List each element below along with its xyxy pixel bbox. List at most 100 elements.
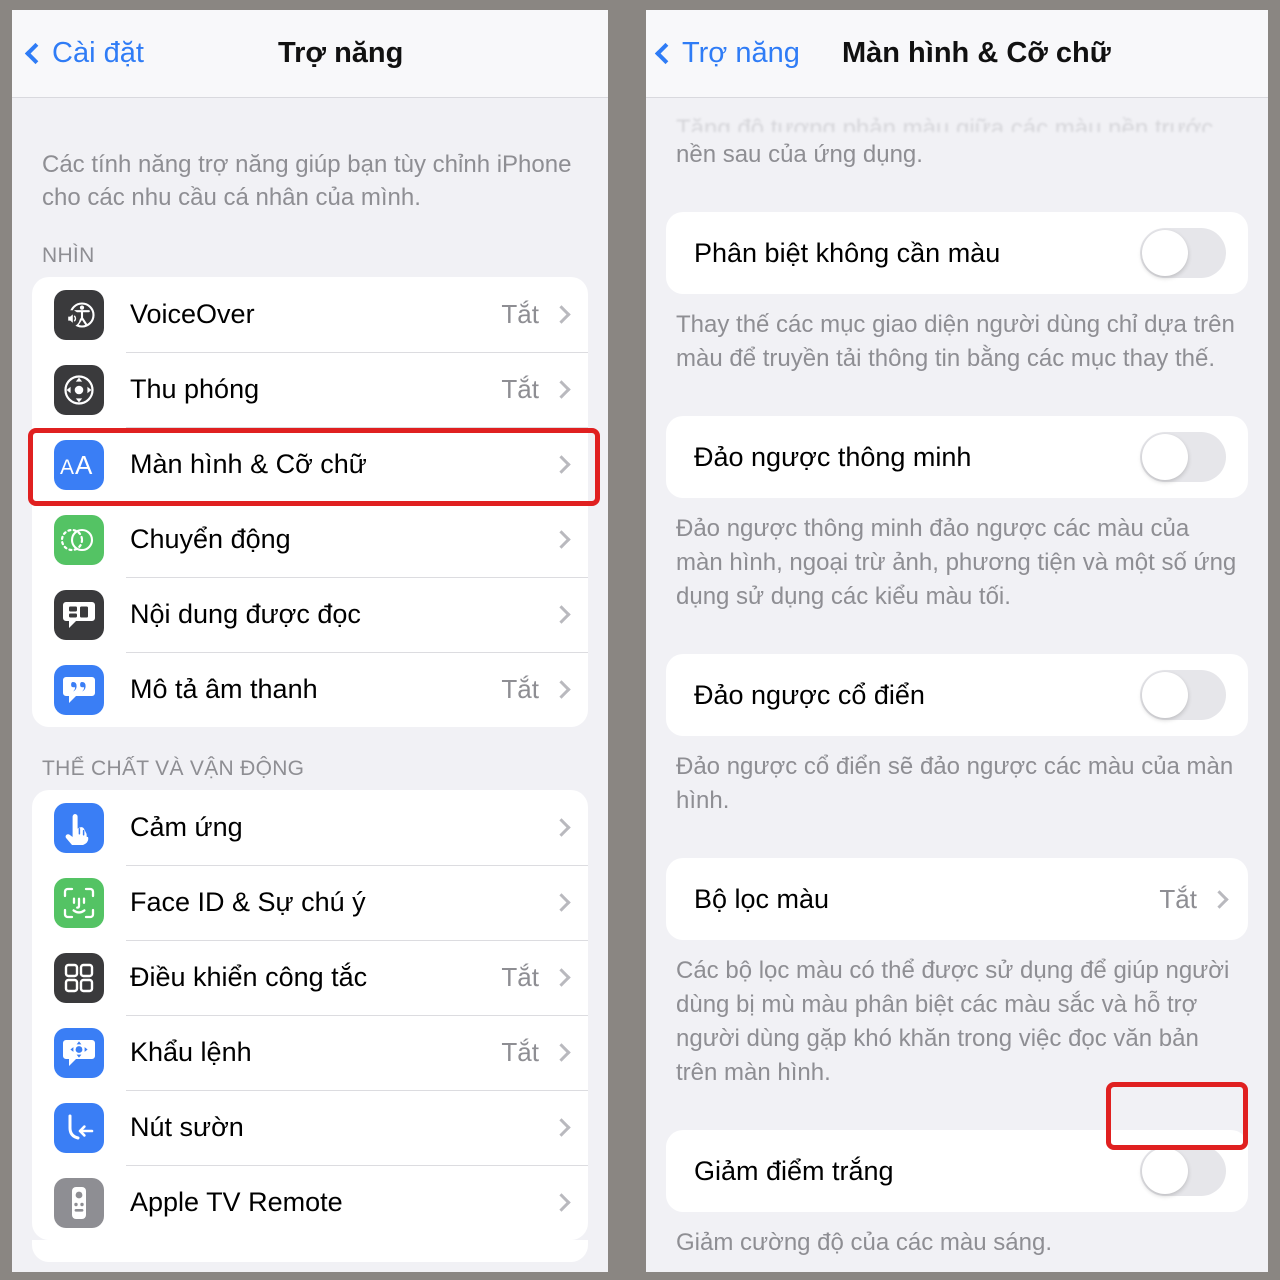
chevron-right-icon bbox=[552, 1193, 571, 1212]
clipped-description-line-1: Tăng độ tương phản màu giữa các màu nền … bbox=[676, 115, 1214, 132]
chevron-right-icon bbox=[552, 605, 571, 624]
list-item-label: Thu phóng bbox=[130, 374, 260, 404]
toggle-knob bbox=[1142, 434, 1188, 480]
clipped-description-line-2: nền sau của ứng dụng. bbox=[676, 141, 923, 168]
partial-row-peek bbox=[32, 1240, 588, 1262]
smart-invert-toggle[interactable] bbox=[1140, 432, 1226, 482]
display-text-size-icon: A A bbox=[54, 439, 104, 490]
list-item-value: Tắt bbox=[501, 674, 539, 704]
list-item-label: Cảm ứng bbox=[130, 812, 243, 842]
zoom-icon bbox=[54, 364, 104, 415]
list-item-voice-control[interactable]: Khẩu lệnh Tắt bbox=[32, 1015, 588, 1090]
list-item-value: Tắt bbox=[501, 962, 539, 992]
chevron-left-icon bbox=[24, 42, 47, 65]
chevron-right-icon bbox=[552, 530, 571, 549]
accessibility-settings-panel: Cài đặt Trợ năng Các tính năng trợ năng … bbox=[12, 10, 608, 1272]
svg-text:A: A bbox=[60, 456, 74, 479]
switch-control-icon bbox=[54, 952, 104, 1003]
section-header-physical-motor: THỂ CHẤT VÀ VẬN ĐỘNG bbox=[42, 757, 305, 780]
motion-icon bbox=[54, 514, 104, 565]
reduce-white-point-description: Giảm cường độ của các màu sáng. bbox=[676, 1229, 1052, 1256]
list-item-label: Nội dung được đọc bbox=[130, 599, 361, 629]
list-item-label: Màn hình & Cỡ chữ bbox=[130, 449, 367, 479]
list-item-display-and-text-size[interactable]: A A Màn hình & Cỡ chữ bbox=[32, 427, 588, 502]
chevron-right-icon bbox=[552, 1118, 571, 1137]
list-item-apple-tv-remote[interactable]: Apple TV Remote bbox=[32, 1165, 588, 1240]
setting-row-classic-invert[interactable]: Đảo ngược cổ điển bbox=[666, 654, 1248, 736]
spoken-content-icon bbox=[54, 589, 104, 640]
vision-settings-card: VoiceOver Tắt Thu phóng Tắt A A Màn hình… bbox=[32, 277, 588, 727]
back-label: Cài đặt bbox=[52, 37, 144, 69]
color-filters-value: Tắt bbox=[1159, 883, 1197, 914]
list-item-label: Apple TV Remote bbox=[130, 1187, 343, 1217]
chevron-right-icon bbox=[552, 968, 571, 987]
list-item-value: Tắt bbox=[501, 299, 539, 329]
list-item-label: Mô tả âm thanh bbox=[130, 674, 318, 704]
toggle-knob bbox=[1142, 672, 1188, 718]
list-item-label: Chuyển động bbox=[130, 524, 291, 554]
list-item-label: Điều khiển công tắc bbox=[130, 962, 368, 992]
setting-row-smart-invert[interactable]: Đảo ngược thông minh bbox=[666, 416, 1248, 498]
back-to-accessibility-button[interactable]: Trợ năng bbox=[654, 37, 800, 70]
page-title: Trợ năng bbox=[278, 37, 404, 69]
clipped-description-block: Tăng độ tương phản màu giữa các màu nền … bbox=[646, 98, 1268, 172]
differentiate-without-color-toggle[interactable] bbox=[1140, 228, 1226, 278]
back-label: Trợ năng bbox=[682, 37, 800, 69]
voice-control-icon bbox=[54, 1027, 104, 1078]
list-item-value: Tắt bbox=[501, 1037, 539, 1067]
screenshot-stage: Cài đặt Trợ năng Các tính năng trợ năng … bbox=[0, 0, 1280, 1280]
chevron-right-icon bbox=[552, 893, 571, 912]
list-item-zoom[interactable]: Thu phóng Tắt bbox=[32, 352, 588, 427]
list-item-value: Tắt bbox=[501, 374, 539, 404]
right-scroll-area[interactable]: Tăng độ tương phản màu giữa các màu nền … bbox=[646, 98, 1268, 1272]
setting-label: Phân biệt không cần màu bbox=[694, 237, 1001, 268]
list-item-label: VoiceOver bbox=[130, 299, 255, 329]
chevron-right-icon bbox=[1210, 889, 1229, 909]
intro-description: Các tính năng trợ năng giúp bạn tùy chỉn… bbox=[42, 151, 572, 211]
color-filters-description: Các bộ lọc màu có thể được sử dụng để gi… bbox=[676, 957, 1230, 1086]
reduce-white-point-card: Giảm điểm trắng bbox=[666, 1130, 1248, 1212]
list-item-spoken-content[interactable]: Nội dung được đọc bbox=[32, 577, 588, 652]
back-to-settings-button[interactable]: Cài đặt bbox=[24, 37, 144, 70]
classic-invert-card: Đảo ngược cổ điển bbox=[666, 654, 1248, 736]
toggle-knob bbox=[1142, 230, 1188, 276]
list-item-motion[interactable]: Chuyển động bbox=[32, 502, 588, 577]
page-title: Màn hình & Cỡ chữ bbox=[842, 37, 1111, 69]
display-and-text-size-panel: Trợ năng Màn hình & Cỡ chữ Tăng độ tương… bbox=[646, 10, 1268, 1272]
list-item-switch-control[interactable]: Điều khiển công tắc Tắt bbox=[32, 940, 588, 1015]
list-item-side-button[interactable]: Nút sườn bbox=[32, 1090, 588, 1165]
setting-row-differentiate-without-color[interactable]: Phân biệt không cần màu bbox=[666, 212, 1248, 294]
setting-label: Đảo ngược thông minh bbox=[694, 441, 972, 472]
toggle-knob bbox=[1142, 1148, 1188, 1194]
setting-row-color-filters[interactable]: Bộ lọc màu Tắt bbox=[666, 858, 1248, 940]
setting-label: Giảm điểm trắng bbox=[694, 1155, 894, 1186]
right-navbar: Trợ năng Màn hình & Cỡ chữ bbox=[646, 10, 1268, 98]
color-filters-card: Bộ lọc màu Tắt bbox=[666, 858, 1248, 940]
chevron-right-icon bbox=[552, 455, 571, 474]
smart-invert-card: Đảo ngược thông minh bbox=[666, 416, 1248, 498]
classic-invert-toggle[interactable] bbox=[1140, 670, 1226, 720]
list-item-face-id-attention[interactable]: Face ID & Sự chú ý bbox=[32, 865, 588, 940]
chevron-right-icon bbox=[552, 818, 571, 837]
chevron-right-icon bbox=[552, 680, 571, 699]
list-item-touch[interactable]: Cảm ứng bbox=[32, 790, 588, 865]
list-item-audio-descriptions[interactable]: Mô tả âm thanh Tắt bbox=[32, 652, 588, 727]
differentiate-without-color-description: Thay thế các mục giao diện người dùng ch… bbox=[676, 311, 1235, 372]
side-button-icon bbox=[54, 1102, 104, 1153]
section-header-vision: NHÌN bbox=[42, 244, 95, 267]
reduce-white-point-toggle[interactable] bbox=[1140, 1146, 1226, 1196]
differentiate-without-color-card: Phân biệt không cần màu bbox=[666, 212, 1248, 294]
voiceover-icon bbox=[54, 289, 104, 340]
touch-icon bbox=[54, 802, 104, 853]
left-scroll-area[interactable]: Các tính năng trợ năng giúp bạn tùy chỉn… bbox=[12, 98, 608, 1272]
setting-row-reduce-white-point[interactable]: Giảm điểm trắng bbox=[666, 1130, 1248, 1212]
apple-tv-remote-icon bbox=[54, 1177, 104, 1228]
setting-label: Đảo ngược cổ điển bbox=[694, 679, 925, 710]
smart-invert-description: Đảo ngược thông minh đảo ngược các màu c… bbox=[676, 515, 1237, 610]
list-item-label: Khẩu lệnh bbox=[130, 1037, 252, 1067]
audio-description-icon bbox=[54, 664, 104, 715]
face-id-icon bbox=[54, 877, 104, 928]
list-item-voiceover[interactable]: VoiceOver Tắt bbox=[32, 277, 588, 352]
left-navbar: Cài đặt Trợ năng bbox=[12, 10, 608, 98]
list-item-label: Face ID & Sự chú ý bbox=[130, 887, 366, 917]
